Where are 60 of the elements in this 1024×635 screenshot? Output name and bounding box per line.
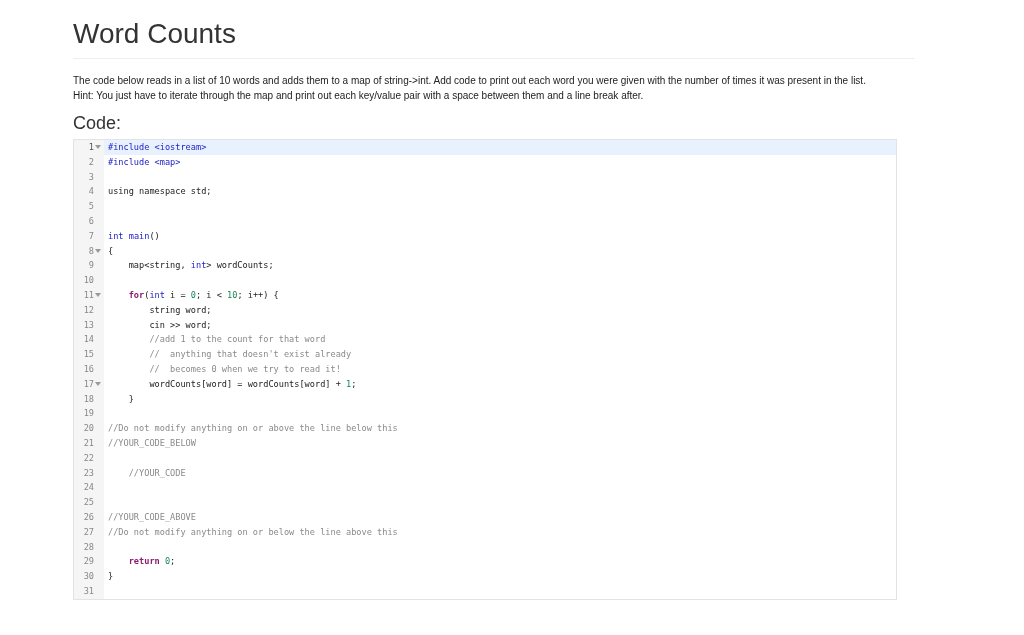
section-heading: Code:: [73, 112, 123, 135]
line-number: 1: [88, 141, 94, 154]
code-line: #include <map>: [108, 156, 181, 167]
code-line: string word;: [148, 304, 212, 315]
line-number: 4: [88, 185, 94, 199]
code-line: int main(): [108, 230, 160, 241]
line-number: 22: [83, 451, 94, 465]
line-number: 12: [83, 303, 94, 317]
line-number: 18: [83, 392, 94, 406]
fold-arrow-icon[interactable]: [95, 248, 101, 253]
code-line: //Do not modify anything on or below the line above this: [108, 526, 398, 537]
line-number: 7: [88, 229, 94, 243]
line-number: 21: [83, 436, 94, 450]
line-number: 24: [83, 481, 94, 495]
fold-arrow-icon[interactable]: [95, 293, 101, 298]
code-line: cin >> word;: [148, 319, 212, 330]
fold-arrow-icon[interactable]: [95, 382, 101, 387]
code-line: wordCounts[word] = wordCounts[word] + 1;: [148, 378, 357, 389]
line-number: 15: [83, 348, 94, 362]
code-line: // becomes 0 when we try to read it!: [148, 363, 341, 374]
line-number: 20: [83, 422, 94, 436]
line-number: 26: [83, 510, 94, 524]
code-line: for(int i = 0; i < 10; i++) {: [127, 289, 279, 300]
line-number: 16: [83, 362, 94, 376]
line-number: 29: [83, 555, 94, 569]
code-line: #include <iostream>: [108, 142, 207, 152]
line-number: 13: [83, 318, 94, 332]
line-number: 28: [83, 540, 94, 554]
line-number: 27: [83, 525, 94, 539]
code-line: //YOUR_CODE_ABOVE: [108, 511, 196, 522]
code-line: // anything that doesn't exist already: [148, 349, 352, 360]
line-number: 6: [88, 215, 94, 228]
code-line: {: [108, 245, 114, 256]
code-line: return 0;: [127, 556, 176, 567]
code-line: }: [108, 571, 114, 582]
line-number: 11: [83, 288, 94, 302]
description-text: The code below reads in a list of 10 words and adds them to a map of string->int. Add code to print out each word you were given with the number of times it was present in the list.: [73, 74, 867, 88]
line-number: 5: [88, 200, 94, 214]
code-line: //add 1 to the count for that word: [148, 334, 326, 345]
line-number: 25: [83, 496, 94, 510]
description-text: Hint: You just have to iterate through the map and print out each key/value pair with a space between them and a line break after.: [73, 89, 645, 103]
line-number: 8: [88, 244, 94, 258]
line-number: 17: [83, 377, 94, 391]
line-number: 14: [83, 333, 94, 347]
line-number: 2: [88, 155, 94, 169]
code-line: //YOUR_CODE_BELOW: [108, 437, 196, 448]
code-line: }: [127, 393, 134, 404]
line-number: 30: [83, 570, 94, 584]
line-number: 23: [83, 466, 94, 480]
line-number: 3: [88, 170, 94, 184]
line-number: 19: [83, 407, 94, 421]
code-line: //YOUR_CODE: [127, 467, 186, 478]
line-number: 9: [88, 259, 94, 273]
code-line: //Do not modify anything on or above the line below this: [108, 423, 398, 434]
code-line: map<string, int> wordCounts;: [127, 260, 274, 271]
code-line: using namespace std;: [108, 186, 212, 197]
page-title: Word Counts: [73, 16, 915, 59]
line-number: 31: [83, 584, 94, 598]
line-number: 10: [83, 274, 94, 288]
fold-arrow-icon[interactable]: [95, 145, 101, 150]
